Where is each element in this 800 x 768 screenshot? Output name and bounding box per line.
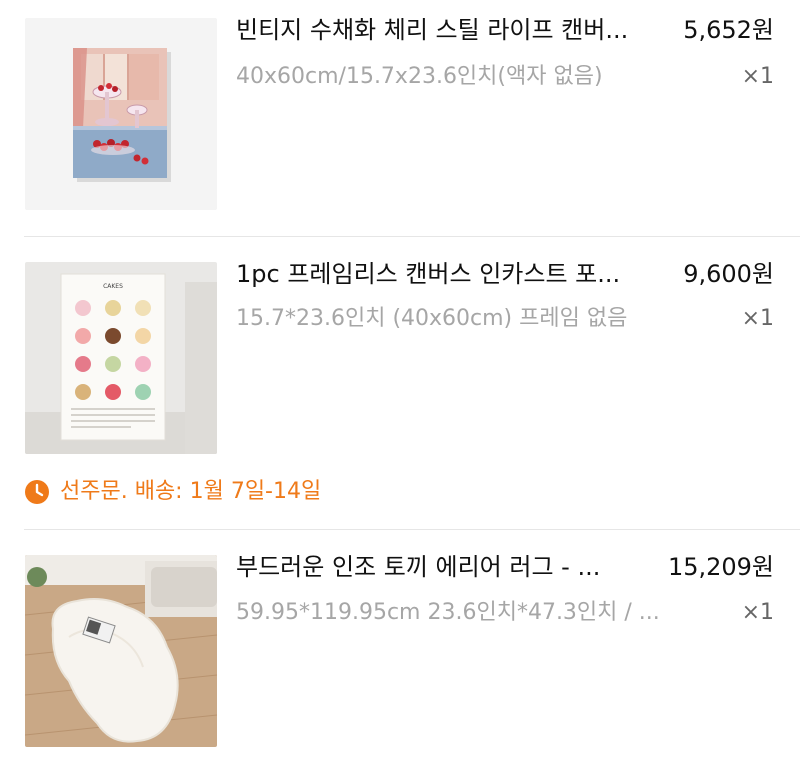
- product-title[interactable]: 부드러운 인조 토끼 에리어 러그 - ...: [236, 552, 646, 582]
- product-thumbnail[interactable]: [25, 18, 217, 210]
- product-thumbnail[interactable]: [25, 555, 217, 747]
- product-title[interactable]: 1pc 프레임리스 캔버스 인카스트 포...: [236, 259, 646, 289]
- product-price: 15,209원: [667, 553, 774, 581]
- order-item[interactable]: 부드러운 인조 토끼 에리어 러그 - ... 15,209원 59.95*11…: [0, 530, 800, 768]
- cherry-still-life-painting-image: [25, 18, 217, 210]
- product-title[interactable]: 빈티지 수채화 체리 스틸 라이프 캔버...: [236, 15, 646, 45]
- product-quantity: ×1: [741, 600, 774, 625]
- product-option: 59.95*119.95cm 23.6인치*47.3인치 / ...: [236, 600, 660, 625]
- product-option: 15.7*23.6인치 (40x60cm) 프레임 없음: [236, 306, 628, 331]
- product-price: 9,600원: [683, 260, 774, 288]
- preorder-delivery-notice: 선주문. 배송: 1월 7일-14일: [24, 477, 321, 507]
- order-item[interactable]: CAKES 1pc 프레임리스 캔버스 인카스트 포... 9,600원 15.…: [0, 237, 800, 529]
- notice-text: 선주문. 배송: 1월 7일-14일: [60, 479, 322, 504]
- order-item[interactable]: 빈티지 수채화 체리 스틸 라이프 캔버... 5,652원 40x60cm/1…: [0, 0, 800, 236]
- product-thumbnail[interactable]: CAKES: [25, 262, 217, 454]
- clock-icon: [25, 480, 49, 504]
- poster-heading: CAKES: [103, 283, 123, 290]
- product-option: 40x60cm/15.7x23.6인치(액자 없음): [236, 64, 603, 89]
- product-quantity: ×1: [741, 306, 774, 331]
- fluffy-white-rug-image: [25, 555, 217, 747]
- product-quantity: ×1: [741, 64, 774, 89]
- cakes-poster-image: CAKES: [25, 262, 217, 454]
- product-price: 5,652원: [683, 16, 774, 44]
